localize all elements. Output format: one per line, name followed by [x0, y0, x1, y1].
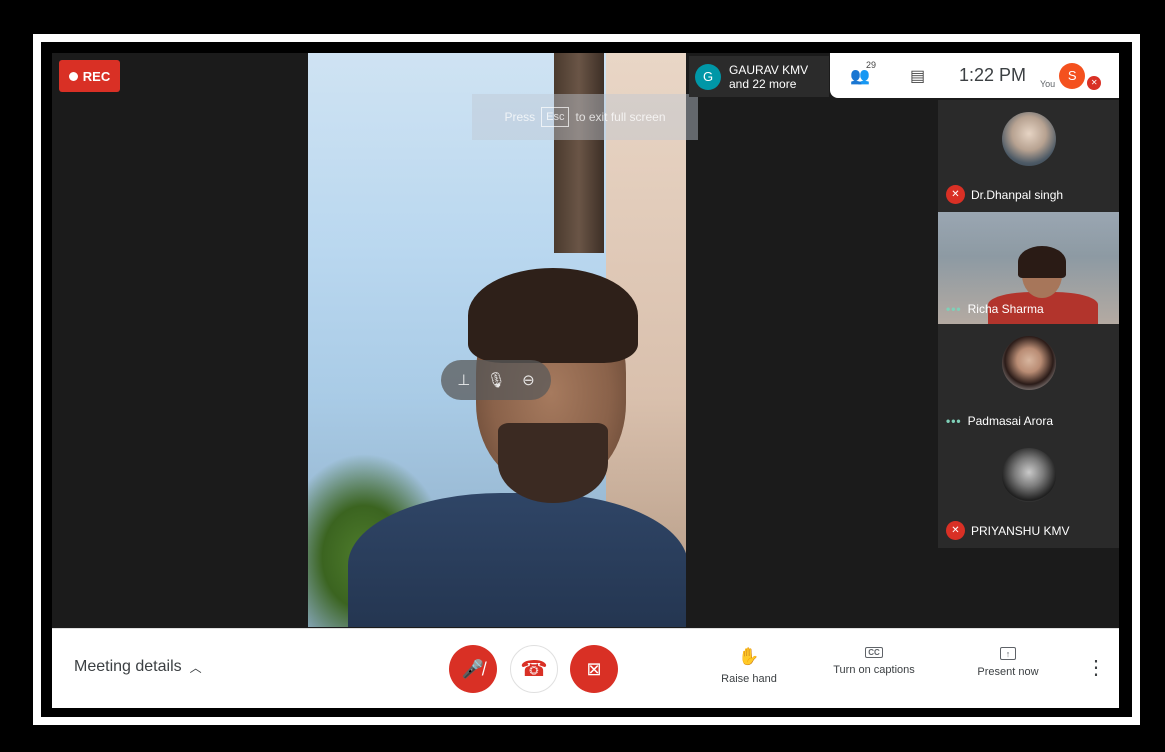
meeting-stage: REC Press Esc to exit full screen ⊥ 🎙 ⊖ …	[52, 53, 1119, 708]
raise-hand-button[interactable]: ✋ Raise hand	[719, 647, 779, 685]
hangup-icon: ☎	[520, 656, 548, 681]
more-vert-icon[interactable]: ⋮	[1086, 655, 1106, 680]
people-button[interactable]: 👥 29	[830, 60, 890, 86]
raise-hand-label: Raise hand	[721, 673, 777, 685]
esc-key: Esc	[541, 107, 570, 127]
speaker-beard	[498, 423, 608, 503]
present-now-button[interactable]: ↑ Present now	[972, 647, 1044, 678]
recording-badge: REC	[59, 60, 120, 92]
speaker-body	[348, 493, 686, 627]
fullscreen-hint: Press Esc to exit full screen	[472, 94, 698, 140]
presenter-more: and 22 more	[729, 76, 797, 91]
more-dots-icon: •••	[946, 414, 962, 428]
chevron-up-icon: ︿	[189, 660, 202, 675]
more-dots-icon: •••	[946, 302, 962, 316]
recording-label: REC	[82, 68, 111, 84]
participant-name: Padmasai Arora	[967, 414, 1053, 428]
mic-off-icon: 🎤̸	[461, 658, 485, 679]
top-bar: 👥 29 ▤ 1:22 PM You S ✕	[830, 53, 1119, 98]
remove-icon[interactable]: ⊖	[522, 371, 535, 389]
participant-tile[interactable]: ✕ Dr.Dhanpal singh	[938, 100, 1119, 212]
tile-hover-controls: ⊥ 🎙 ⊖	[441, 360, 551, 400]
you-label: You	[1040, 78, 1056, 89]
leave-call-button[interactable]: ☎	[510, 645, 558, 693]
hand-icon: ✋	[738, 647, 760, 666]
presenting-chip[interactable]: G GAURAV KMV and 22 more	[689, 56, 829, 97]
mic-icon[interactable]: 🎙	[487, 371, 506, 389]
presenter-name: GAURAV KMV	[729, 62, 809, 77]
camera-toggle-button[interactable]: ⊠	[570, 645, 618, 693]
present-now-label: Present now	[977, 666, 1039, 678]
participant-name: Dr.Dhanpal singh	[971, 187, 1064, 202]
video-pillar	[554, 53, 604, 253]
participant-tile[interactable]: ✕ PRIYANSHU KMV	[938, 436, 1119, 548]
mic-off-icon: ✕	[946, 521, 965, 540]
mic-off-icon: ✕	[946, 185, 965, 204]
avatar	[1002, 448, 1056, 502]
captions-label: Turn on captions	[833, 664, 915, 676]
present-icon: ↑	[1000, 647, 1016, 660]
clock: 1:22 PM	[958, 65, 1027, 85]
participant-name: PRIYANSHU KMV	[971, 523, 1070, 538]
bottom-control-bar: Meeting details ︿ 🎤̸ ☎ ⊠ ✋ Raise hand CC…	[52, 628, 1119, 708]
chat-icon: ▤	[909, 67, 926, 85]
meeting-details-label: Meeting details	[74, 658, 182, 675]
captions-button[interactable]: CC Turn on captions	[828, 647, 920, 676]
self-avatar[interactable]: S	[1059, 62, 1086, 89]
meeting-details-button[interactable]: Meeting details ︿	[74, 658, 202, 676]
participant-hair	[1018, 246, 1066, 278]
avatar	[1002, 112, 1056, 166]
self-mic-off-icon: ✕	[1087, 75, 1102, 90]
fullscreen-hint-press: Press	[504, 110, 536, 124]
camera-off-icon: ⊠	[586, 658, 602, 679]
avatar	[1002, 336, 1056, 390]
captions-icon: CC	[865, 647, 883, 658]
fullscreen-hint-suffix: to exit full screen	[575, 110, 666, 124]
participant-count: 29	[866, 59, 877, 70]
mic-toggle-button[interactable]: 🎤̸	[449, 645, 497, 693]
presenter-avatar: G	[695, 63, 721, 90]
participant-tile[interactable]: ••• Richa Sharma	[938, 212, 1119, 324]
participant-name: Richa Sharma	[967, 302, 1044, 316]
participant-tiles: ✕ Dr.Dhanpal singh ••• Richa Sharma ••• …	[938, 100, 1119, 548]
chat-button[interactable]: ▤	[890, 66, 945, 86]
participant-tile[interactable]: ••• Padmasai Arora	[938, 324, 1119, 436]
pin-icon[interactable]: ⊥	[457, 371, 470, 389]
speaker-hair	[468, 268, 638, 363]
recording-dot-icon	[68, 71, 78, 81]
